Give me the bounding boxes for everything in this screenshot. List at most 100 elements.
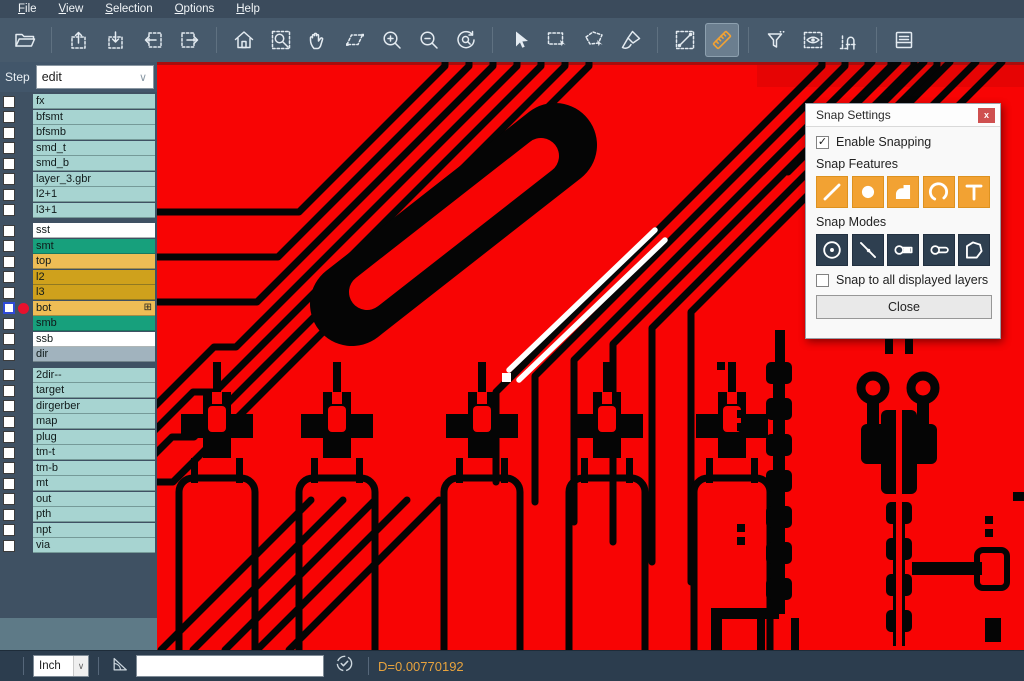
layer-row-dirgerber[interactable]: dirgerber <box>0 399 157 415</box>
mode-pad-entry-icon[interactable] <box>887 234 919 266</box>
layer-visibility-checkbox[interactable] <box>3 142 15 154</box>
layer-visibility-checkbox[interactable] <box>3 349 15 361</box>
layer-name-strip[interactable]: dir <box>33 347 155 362</box>
enable-snapping-checkbox[interactable]: ✓ <box>816 136 829 149</box>
layer-row-bfsmt[interactable]: bfsmt <box>0 110 157 126</box>
mode-outline-icon[interactable] <box>958 234 990 266</box>
menu-item-help[interactable]: Help <box>226 2 270 16</box>
zoom-area-icon[interactable] <box>338 23 372 57</box>
layer-visibility-checkbox[interactable] <box>3 111 15 123</box>
snap-magnet-icon[interactable] <box>833 23 867 57</box>
layer-row-via[interactable]: via <box>0 538 157 554</box>
layer-visibility-checkbox[interactable] <box>3 287 15 299</box>
layer-row-ssb[interactable]: ssb <box>0 332 157 348</box>
command-input[interactable] <box>136 655 324 677</box>
layer-visibility-checkbox[interactable] <box>3 225 15 237</box>
layer-visibility-checkbox[interactable] <box>3 447 15 459</box>
layer-name-strip[interactable]: target <box>33 383 155 398</box>
dialog-titlebar[interactable]: Snap Settings x <box>806 104 1000 127</box>
mode-center-icon[interactable] <box>816 234 848 266</box>
layer-visibility-checkbox[interactable] <box>3 189 15 201</box>
layer-visibility-checkbox[interactable] <box>3 173 15 185</box>
layer-row-npt[interactable]: npt <box>0 523 157 539</box>
close-icon[interactable]: x <box>978 108 995 123</box>
menu-item-view[interactable]: View <box>49 2 94 16</box>
layer-visibility-checkbox[interactable] <box>3 431 15 443</box>
layer-visibility-checkbox[interactable] <box>3 416 15 428</box>
pan-hand-icon[interactable] <box>301 23 335 57</box>
layer-row-fx[interactable]: fx <box>0 94 157 110</box>
select-arrow-icon[interactable] <box>503 23 537 57</box>
layer-visibility-checkbox[interactable] <box>3 96 15 108</box>
send-right-icon[interactable] <box>173 23 207 57</box>
layer-visibility-checkbox[interactable] <box>3 158 15 170</box>
menu-item-selection[interactable]: Selection <box>95 2 162 16</box>
layer-row-pth[interactable]: pth <box>0 507 157 523</box>
snap-line-icon[interactable] <box>816 176 848 208</box>
layer-visibility-checkbox[interactable] <box>3 385 15 397</box>
snap-all-layers-checkbox[interactable] <box>816 274 829 287</box>
layer-row-layer_3.gbr[interactable]: layer_3.gbr <box>0 172 157 188</box>
zoom-previous-icon[interactable] <box>449 23 483 57</box>
layer-name-strip[interactable]: bfsmb <box>33 125 155 140</box>
layer-visibility-checkbox[interactable] <box>3 400 15 412</box>
send-down-icon[interactable] <box>99 23 133 57</box>
snap-surface-icon[interactable] <box>887 176 919 208</box>
layer-visibility-checkbox[interactable] <box>3 256 15 268</box>
layer-visibility-checkbox[interactable] <box>3 462 15 474</box>
apply-check-icon[interactable] <box>334 653 355 679</box>
report-icon[interactable] <box>887 23 921 57</box>
layer-name-strip[interactable]: l2+1 <box>33 187 155 202</box>
layer-row-mt[interactable]: mt <box>0 476 157 492</box>
zoom-out-icon[interactable] <box>412 23 446 57</box>
layer-visibility-checkbox[interactable] <box>3 369 15 381</box>
layer-name-strip[interactable]: map <box>33 414 155 429</box>
layer-row-smt[interactable]: smt <box>0 239 157 255</box>
layer-name-strip[interactable]: npt <box>33 523 155 538</box>
layer-name-strip[interactable]: pth <box>33 507 155 522</box>
layer-name-strip[interactable]: sst <box>33 223 155 238</box>
layer-row-plug[interactable]: plug <box>0 430 157 446</box>
layer-name-strip[interactable]: tm-b <box>33 461 155 476</box>
layer-visibility-checkbox[interactable] <box>3 302 15 314</box>
layer-row-sst[interactable]: sst <box>0 223 157 239</box>
layer-name-strip[interactable]: out <box>33 492 155 507</box>
layer-visibility-checkbox[interactable] <box>3 127 15 139</box>
layer-name-strip[interactable]: smd_t <box>33 141 155 156</box>
layer-row-tm-t[interactable]: tm-t <box>0 445 157 461</box>
measure-line-icon[interactable] <box>668 23 702 57</box>
layer-name-strip[interactable]: plug <box>33 430 155 445</box>
step-dropdown[interactable]: edit ∨ <box>36 65 154 89</box>
layer-row-target[interactable]: target <box>0 383 157 399</box>
layer-row-bot[interactable]: bot⊞ <box>0 301 157 317</box>
snap-arc-icon[interactable] <box>923 176 955 208</box>
zoom-in-icon[interactable] <box>375 23 409 57</box>
units-dropdown[interactable]: Inch ∨ <box>33 655 89 677</box>
layer-row-top[interactable]: top <box>0 254 157 270</box>
layer-row-2dir--[interactable]: 2dir-- <box>0 368 157 384</box>
layer-name-strip[interactable]: l2 <box>33 270 155 285</box>
close-button[interactable]: Close <box>816 295 992 319</box>
snap-text-icon[interactable] <box>958 176 990 208</box>
layer-name-strip[interactable]: via <box>33 538 155 553</box>
menu-item-options[interactable]: Options <box>165 2 225 16</box>
mode-closest-icon[interactable] <box>852 234 884 266</box>
layer-name-strip[interactable]: top <box>33 254 155 269</box>
send-left-icon[interactable] <box>136 23 170 57</box>
layer-visibility-checkbox[interactable] <box>3 524 15 536</box>
view-eye-icon[interactable] <box>796 23 830 57</box>
layer-name-strip[interactable]: fx <box>33 94 155 109</box>
layer-visibility-checkbox[interactable] <box>3 318 15 330</box>
layer-name-strip[interactable]: 2dir-- <box>33 368 155 383</box>
filter-icon[interactable] <box>759 23 793 57</box>
layer-row-bfsmb[interactable]: bfsmb <box>0 125 157 141</box>
layer-visibility-checkbox[interactable] <box>3 493 15 505</box>
layer-name-strip[interactable]: ssb <box>33 332 155 347</box>
layer-visibility-checkbox[interactable] <box>3 271 15 283</box>
layer-name-strip[interactable]: bot⊞ <box>33 301 155 316</box>
layer-row-tm-b[interactable]: tm-b <box>0 461 157 477</box>
layer-name-strip[interactable]: dirgerber <box>33 399 155 414</box>
layer-visibility-checkbox[interactable] <box>3 478 15 490</box>
ruler-icon[interactable] <box>705 23 739 57</box>
layer-row-l3+1[interactable]: l3+1 <box>0 203 157 219</box>
